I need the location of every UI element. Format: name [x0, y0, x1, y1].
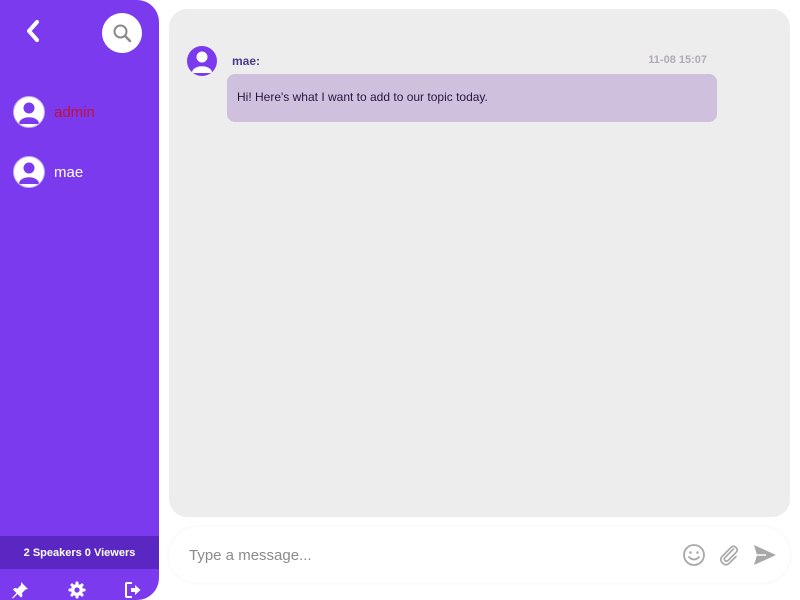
- emoji-button[interactable]: [681, 542, 707, 568]
- user-icon: [192, 51, 212, 73]
- user-icon: [19, 102, 39, 124]
- avatar: [13, 96, 45, 128]
- chevron-left-icon: [27, 20, 39, 42]
- search-button[interactable]: [102, 13, 142, 53]
- user-list: admin mae: [0, 94, 159, 214]
- message-avatar: [187, 46, 217, 76]
- send-icon: [754, 545, 776, 565]
- pin-button[interactable]: [10, 580, 30, 600]
- user-item-mae[interactable]: mae: [0, 154, 159, 190]
- paperclip-icon: [719, 545, 739, 566]
- back-button[interactable]: [18, 16, 48, 46]
- sidebar: admin mae 2 Speakers 0 Viewers: [0, 0, 159, 600]
- gear-icon: [68, 581, 86, 599]
- message-composer: [169, 527, 790, 583]
- participant-counter: 2 Speakers 0 Viewers: [0, 536, 159, 569]
- exit-button[interactable]: [123, 580, 143, 600]
- exit-icon: [125, 582, 141, 598]
- user-item-admin[interactable]: admin: [0, 94, 159, 130]
- chat-panel: mae: 11-08 15:07 Hi! Here's what I want …: [169, 9, 790, 517]
- settings-button[interactable]: [67, 580, 87, 600]
- user-icon: [19, 162, 39, 184]
- message-input[interactable]: [189, 541, 669, 569]
- sidebar-toolbar: [0, 578, 159, 600]
- search-icon: [113, 24, 132, 43]
- message-timestamp: 11-08 15:07: [648, 54, 707, 66]
- pin-icon: [12, 582, 28, 599]
- send-button[interactable]: [752, 542, 778, 568]
- avatar: [13, 156, 45, 188]
- attach-button[interactable]: [716, 542, 742, 568]
- message-bubble: Hi! Here's what I want to add to our top…: [227, 74, 717, 122]
- user-name: mae: [54, 163, 84, 181]
- user-name: admin: [54, 103, 95, 121]
- message-sender: mae:: [232, 54, 261, 68]
- smiley-icon: [683, 544, 705, 566]
